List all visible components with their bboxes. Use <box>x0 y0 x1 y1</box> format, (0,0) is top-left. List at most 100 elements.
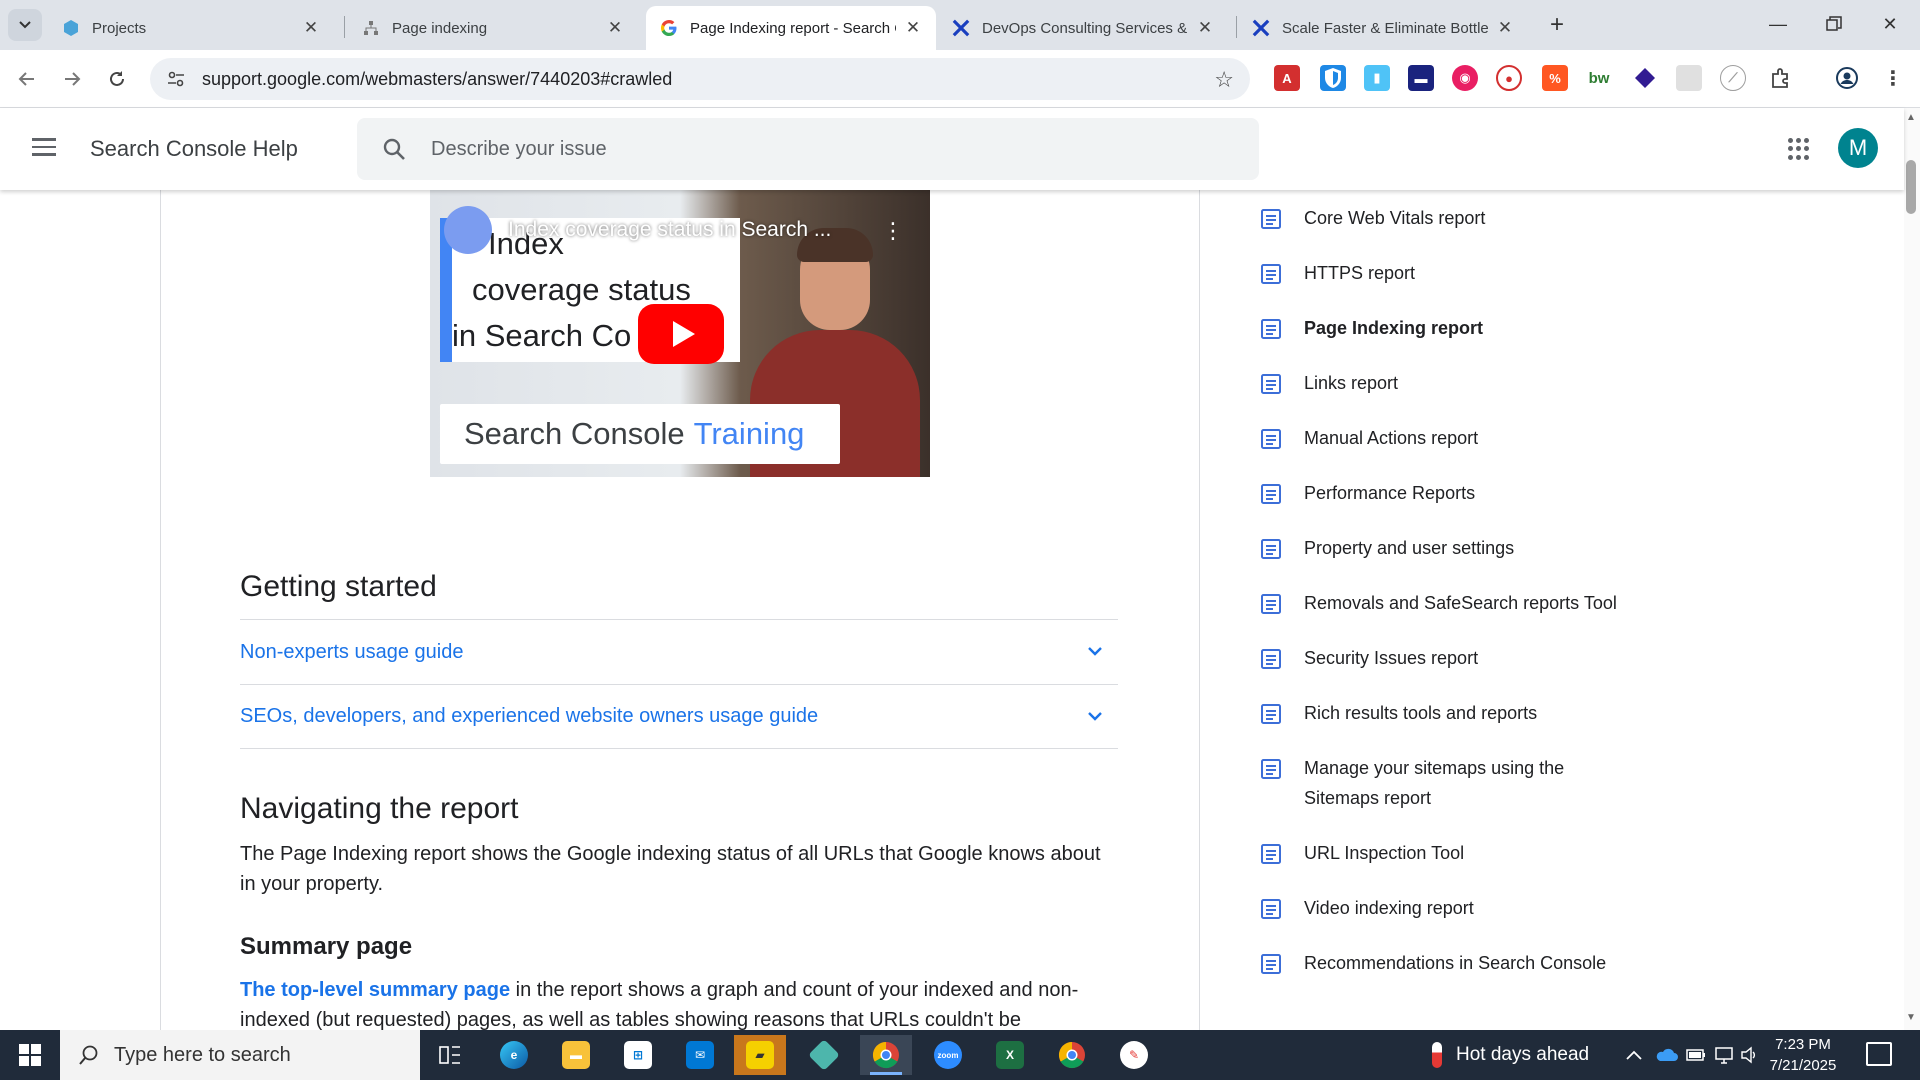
blank-extension-icon[interactable] <box>1676 65 1702 91</box>
paint-taskbar-icon[interactable]: ✎ <box>1108 1035 1160 1075</box>
browser-tab-page-indexing[interactable]: Page indexing ✕ <box>348 6 638 50</box>
scroll-up-icon[interactable]: ▲ <box>1906 112 1916 123</box>
network-icon[interactable] <box>1714 1030 1734 1080</box>
search-input[interactable]: Describe your issue <box>431 138 607 161</box>
clipboard-extension-icon[interactable]: ▮ <box>1364 65 1390 91</box>
arrow-left-icon <box>18 72 34 86</box>
bw-extension-icon[interactable]: bw <box>1586 65 1612 91</box>
new-tab-button[interactable]: + <box>1542 10 1572 40</box>
zoom-taskbar-icon[interactable]: zoom <box>922 1035 974 1075</box>
getting-started-heading: Getting started <box>240 570 437 603</box>
page-scrollbar[interactable] <box>1904 108 1920 1030</box>
browser-menu-icon[interactable]: ⋮ <box>1880 65 1906 91</box>
browser-tab-devops[interactable]: DevOps Consulting Services & S ✕ <box>938 6 1228 50</box>
film-extension-icon[interactable]: ▬ <box>1408 65 1434 91</box>
help-center-title[interactable]: Search Console Help <box>90 136 298 162</box>
sidebar-item[interactable]: Rich results tools and reports <box>1260 702 1660 728</box>
puzzle-extensions-icon[interactable] <box>1768 65 1794 91</box>
sidebar-item[interactable]: Property and user settings <box>1260 537 1660 563</box>
sidebar-item[interactable]: Security Issues report <box>1260 647 1660 673</box>
forward-button[interactable] <box>55 62 89 96</box>
restore-button[interactable] <box>1806 0 1862 48</box>
camera-extension-icon[interactable]: ◉ <box>1452 65 1478 91</box>
pdf-extension-icon[interactable]: A <box>1274 65 1300 91</box>
system-clock[interactable]: 7:23 PM 7/21/2025 <box>1758 1034 1848 1076</box>
pokeball-extension-icon[interactable]: ● <box>1496 65 1522 91</box>
browser-tab-page-indexing-report[interactable]: Page Indexing report - Search C ✕ <box>646 6 936 50</box>
close-icon[interactable]: ✕ <box>606 18 624 37</box>
profile-icon[interactable] <box>1834 65 1860 91</box>
onedrive-icon[interactable] <box>1654 1030 1678 1080</box>
menu-icon[interactable] <box>32 138 56 158</box>
sidebar-item[interactable]: Manage your sitemaps using the Sitemaps … <box>1260 757 1660 813</box>
sidebar-item[interactable]: HTTPS report <box>1260 262 1660 288</box>
bookmark-star-icon[interactable]: ☆ <box>1214 67 1234 93</box>
minimize-button[interactable]: — <box>1750 0 1806 48</box>
sidebar-item[interactable]: Removals and SafeSearch reports Tool <box>1260 592 1660 618</box>
taskbar-search-input[interactable]: Type here to search <box>114 1044 291 1067</box>
tab-title: Projects <box>92 19 147 37</box>
sidebar-item[interactable]: Manual Actions report <box>1260 427 1660 453</box>
video-player[interactable]: Index coverage status in Search Co Index… <box>430 190 930 477</box>
diamond-extension-icon[interactable] <box>1632 65 1658 91</box>
battery-icon[interactable] <box>1686 1030 1706 1080</box>
sidebar-item[interactable]: Video indexing report <box>1260 897 1660 923</box>
excel-taskbar-icon[interactable]: X <box>984 1035 1036 1075</box>
edge-taskbar-icon[interactable]: e <box>488 1035 540 1075</box>
scroll-down-icon[interactable]: ▼ <box>1906 1012 1916 1023</box>
notification-center-icon[interactable] <box>1866 1042 1892 1066</box>
sticky-notes-taskbar-icon[interactable]: ▰ <box>734 1035 786 1075</box>
app-diamond-taskbar-icon[interactable] <box>798 1035 850 1075</box>
weather-widget[interactable]: Hot days ahead <box>1432 1030 1589 1080</box>
close-icon[interactable]: ✕ <box>1496 18 1514 37</box>
sidebar-item[interactable]: Core Web Vitals report <box>1260 207 1660 233</box>
summary-page-link[interactable]: The top-level summary page <box>240 979 510 1001</box>
expander-seo-guide[interactable]: SEOs, developers, and experienced websit… <box>240 684 1118 749</box>
tab-search-button[interactable] <box>8 9 42 41</box>
start-button[interactable] <box>0 1030 60 1080</box>
expander-label: Non-experts usage guide <box>240 640 464 663</box>
browser-tab-scale-faster[interactable]: Scale Faster & Eliminate Bottlen ✕ <box>1238 6 1528 50</box>
sidebar-item[interactable]: Performance Reports <box>1260 482 1660 508</box>
store-taskbar-icon[interactable]: ⊞ <box>612 1035 664 1075</box>
mail-taskbar-icon[interactable]: ✉ <box>674 1035 726 1075</box>
sidebar-item[interactable]: Recommendations in Search Console <box>1260 952 1660 978</box>
article-doc-icon <box>1260 208 1282 230</box>
address-bar[interactable]: support.google.com/webmasters/answer/744… <box>150 58 1250 100</box>
browser-tab-projects[interactable]: Projects ✕ <box>48 6 334 50</box>
sidebar-item-label: Recommendations in Search Console <box>1304 953 1607 973</box>
chrome-profile-taskbar-icon[interactable] <box>1046 1035 1098 1075</box>
help-search-box[interactable]: Describe your issue <box>357 118 1259 180</box>
channel-avatar-icon[interactable] <box>444 206 492 254</box>
task-view-button[interactable] <box>424 1035 476 1075</box>
sidebar-item-label: Removals and SafeSearch reports Tool <box>1304 593 1617 613</box>
banner-suffix: Training <box>693 416 805 451</box>
compass-extension-icon[interactable]: ⟋ <box>1720 65 1746 91</box>
expander-non-experts[interactable]: Non-experts usage guide <box>240 619 1118 684</box>
taskbar-search[interactable]: Type here to search <box>60 1030 420 1080</box>
back-button[interactable] <box>10 62 44 96</box>
close-window-button[interactable]: ✕ <box>1862 0 1918 48</box>
sidebar-item-label: Security Issues report <box>1304 648 1479 668</box>
avatar[interactable]: M <box>1838 128 1878 168</box>
close-icon[interactable]: ✕ <box>302 18 320 37</box>
volume-icon[interactable] <box>1740 1030 1758 1080</box>
shield-extension-icon[interactable] <box>1320 65 1346 91</box>
sidebar-item[interactable]: URL Inspection Tool <box>1260 842 1660 868</box>
site-settings-icon[interactable] <box>156 71 196 87</box>
close-icon[interactable]: ✕ <box>904 18 922 37</box>
close-icon[interactable]: ✕ <box>1196 18 1214 37</box>
file-explorer-taskbar-icon[interactable]: ▬ <box>550 1035 602 1075</box>
percent-extension-icon[interactable]: % <box>1542 65 1568 91</box>
video-overlay-title[interactable]: Index coverage status in Search ... <box>508 218 831 242</box>
show-hidden-icons-button[interactable] <box>1626 1030 1642 1080</box>
google-apps-icon[interactable] <box>1788 138 1810 160</box>
reload-button[interactable] <box>100 62 134 96</box>
sidebar-item[interactable]: Page Indexing report <box>1260 317 1660 343</box>
youtube-play-button[interactable] <box>638 304 724 364</box>
chevron-up-icon <box>1626 1050 1642 1060</box>
sidebar-item[interactable]: Links report <box>1260 372 1660 398</box>
more-options-icon[interactable]: ⋮ <box>882 218 904 244</box>
scrollbar-thumb[interactable] <box>1906 160 1916 214</box>
chrome-taskbar-icon[interactable] <box>860 1035 912 1075</box>
